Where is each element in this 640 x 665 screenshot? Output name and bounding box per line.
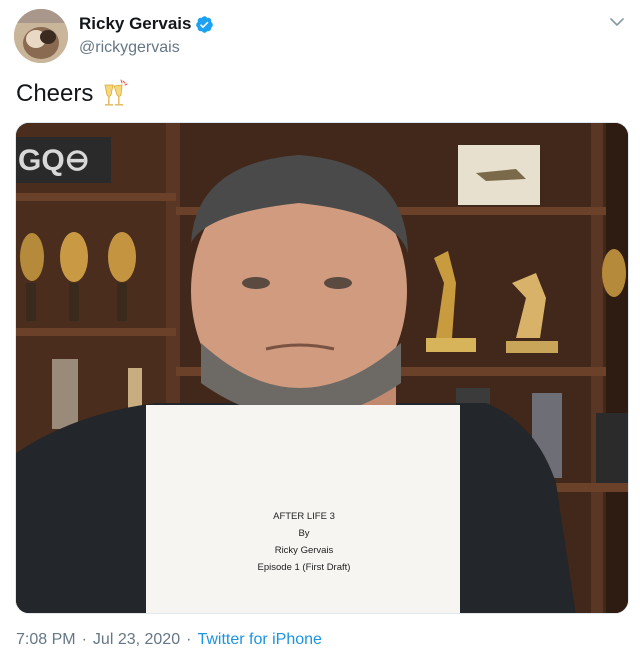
tweet-card: Ricky Gervais @rickygervais Cheers GQ⊖ A… [0, 0, 640, 665]
script-page-text: AFTER LIFE 3 By Ricky Gervais Episode 1 … [148, 508, 460, 576]
script-title: AFTER LIFE 3 [273, 511, 335, 522]
tweet-text: Cheers [16, 79, 129, 109]
clinking-glasses-emoji [104, 79, 128, 106]
script-by: By [298, 528, 310, 539]
verified-badge-icon [196, 15, 214, 33]
tweet-date[interactable]: Jul 23, 2020 [93, 631, 180, 649]
handle[interactable]: @rickygervais [79, 39, 214, 57]
avatar[interactable] [14, 9, 68, 63]
script-episode: Episode 1 (First Draft) [257, 562, 351, 573]
author-block: Ricky Gervais @rickygervais [79, 12, 214, 57]
tweet-source-link[interactable]: Twitter for iPhone [197, 631, 322, 649]
svg-text:GQ⊖: GQ⊖ [18, 144, 90, 177]
chevron-down-icon[interactable] [610, 15, 624, 29]
script-author: Ricky Gervais [274, 545, 334, 556]
separator-dot: · [81, 631, 87, 648]
tweet-time[interactable]: 7:08 PM [16, 631, 76, 649]
display-name[interactable]: Ricky Gervais [79, 14, 191, 34]
tweet-body: Cheers [16, 80, 94, 107]
separator-dot: · [186, 631, 192, 648]
tweet-metadata: 7:08 PM · Jul 23, 2020 · Twitter for iPh… [16, 631, 322, 649]
tweet-photo[interactable]: GQ⊖ C21's DRAMA [15, 122, 629, 614]
